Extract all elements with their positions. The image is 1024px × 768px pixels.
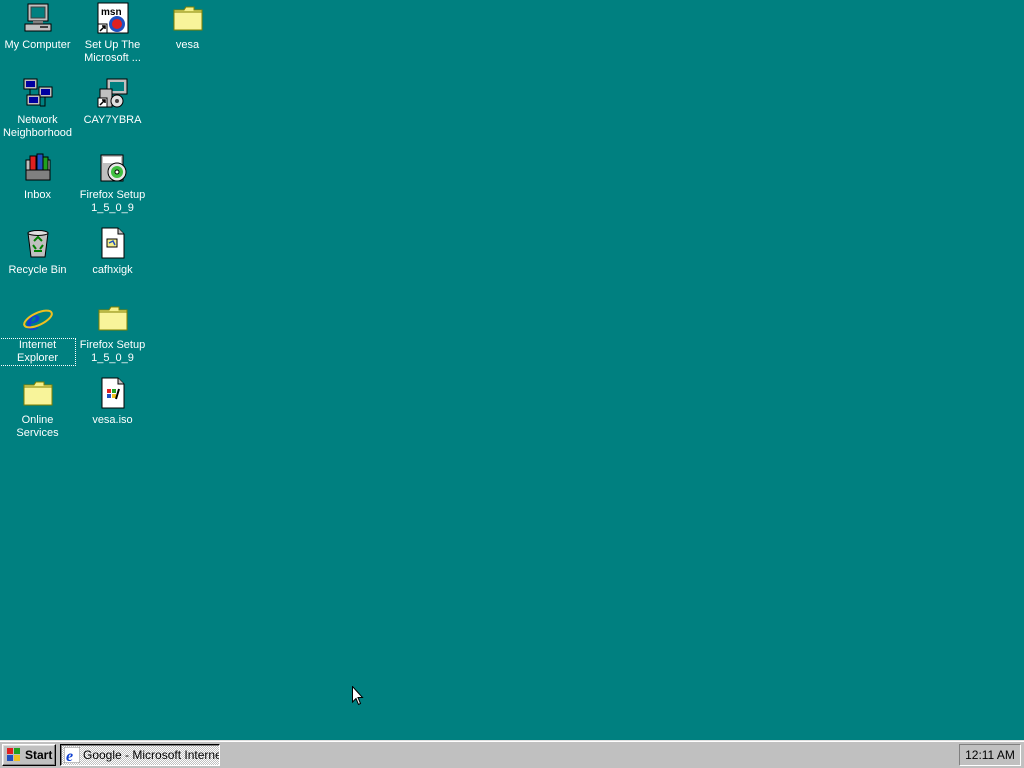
taskbar-button-internet-explorer[interactable]: e Google - Microsoft Internet... <box>60 744 220 766</box>
desktop-icon-online-services[interactable]: Online Services <box>0 377 75 440</box>
icon-label: vesa.iso <box>92 414 133 426</box>
msn-icon: msn <box>97 2 129 34</box>
desktop-icon-vesa-iso[interactable]: vesa.iso <box>75 377 150 427</box>
icon-label: Firefox Setup 1_5_0_9 <box>79 339 146 364</box>
svg-text:e: e <box>66 748 73 763</box>
icon-label: Network Neighborhood <box>2 114 73 139</box>
setup-cd-icon <box>97 152 129 184</box>
icon-label: Recycle Bin <box>8 264 67 276</box>
system-tray-clock[interactable]: 12:11 AM <box>959 744 1021 766</box>
internet-explorer-icon: e <box>22 301 54 337</box>
icon-label: Online Services <box>16 414 59 439</box>
desktop-icon-cay7ybra[interactable]: CAY7YBRA <box>75 77 150 127</box>
folder-icon <box>22 377 54 409</box>
document-icon <box>97 227 129 259</box>
folder-icon <box>97 302 129 334</box>
taskbar-button-label: Google - Microsoft Internet... <box>83 748 220 762</box>
icon-label: My Computer <box>4 39 71 51</box>
taskbar: Start e Google - Microsoft Internet... 1… <box>0 740 1024 768</box>
windows-logo-icon <box>7 748 20 761</box>
desktop-icon-vesa-folder[interactable]: vesa <box>150 2 225 52</box>
icon-label: vesa <box>175 39 200 51</box>
desktop-icon-setup-msn[interactable]: msn Set Up The Microsoft ... <box>75 2 150 65</box>
desktop-icon-cafhxigk[interactable]: cafhxigk <box>75 227 150 277</box>
desktop-icon-my-computer[interactable]: My Computer <box>0 2 75 52</box>
clock-time: 12:11 AM <box>965 748 1015 762</box>
desktop-icon-internet-explorer[interactable]: e Internet Explorer <box>0 301 76 366</box>
iso-file-icon <box>97 377 129 409</box>
icon-label: Inbox <box>24 189 51 201</box>
start-label: Start <box>25 748 53 762</box>
network-neighborhood-icon <box>22 77 54 109</box>
desktop-icon-recycle-bin[interactable]: Recycle Bin <box>0 227 75 277</box>
internet-explorer-icon: e <box>64 747 80 763</box>
start-button[interactable]: Start <box>2 744 56 766</box>
folder-icon <box>172 2 204 34</box>
desktop-icon-network-neighborhood[interactable]: Network Neighborhood <box>0 77 75 140</box>
mouse-cursor-icon <box>352 686 364 706</box>
recycle-bin-icon <box>22 227 54 259</box>
inbox-icon <box>22 152 54 184</box>
icon-label: Internet Explorer <box>0 338 76 366</box>
desktop-icon-firefox-setup-exe[interactable]: Firefox Setup 1_5_0_9 <box>75 152 150 215</box>
icon-label: CAY7YBRA <box>83 114 142 126</box>
icon-label: Firefox Setup 1_5_0_9 <box>79 189 146 214</box>
computer-disc-icon <box>97 77 129 109</box>
my-computer-icon <box>22 2 54 34</box>
desktop-icon-firefox-setup-folder[interactable]: Firefox Setup 1_5_0_9 <box>75 302 150 365</box>
desktop-icon-inbox[interactable]: Inbox <box>0 152 75 202</box>
desktop: My Computer msn Set Up The Microsoft ...… <box>0 0 1024 740</box>
icon-label: Set Up The Microsoft ... <box>84 39 141 64</box>
icon-label: cafhxigk <box>92 264 133 276</box>
